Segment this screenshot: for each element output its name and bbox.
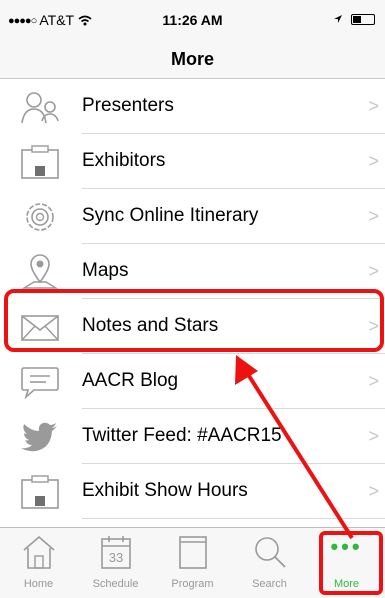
annotation-arrow xyxy=(235,355,354,540)
